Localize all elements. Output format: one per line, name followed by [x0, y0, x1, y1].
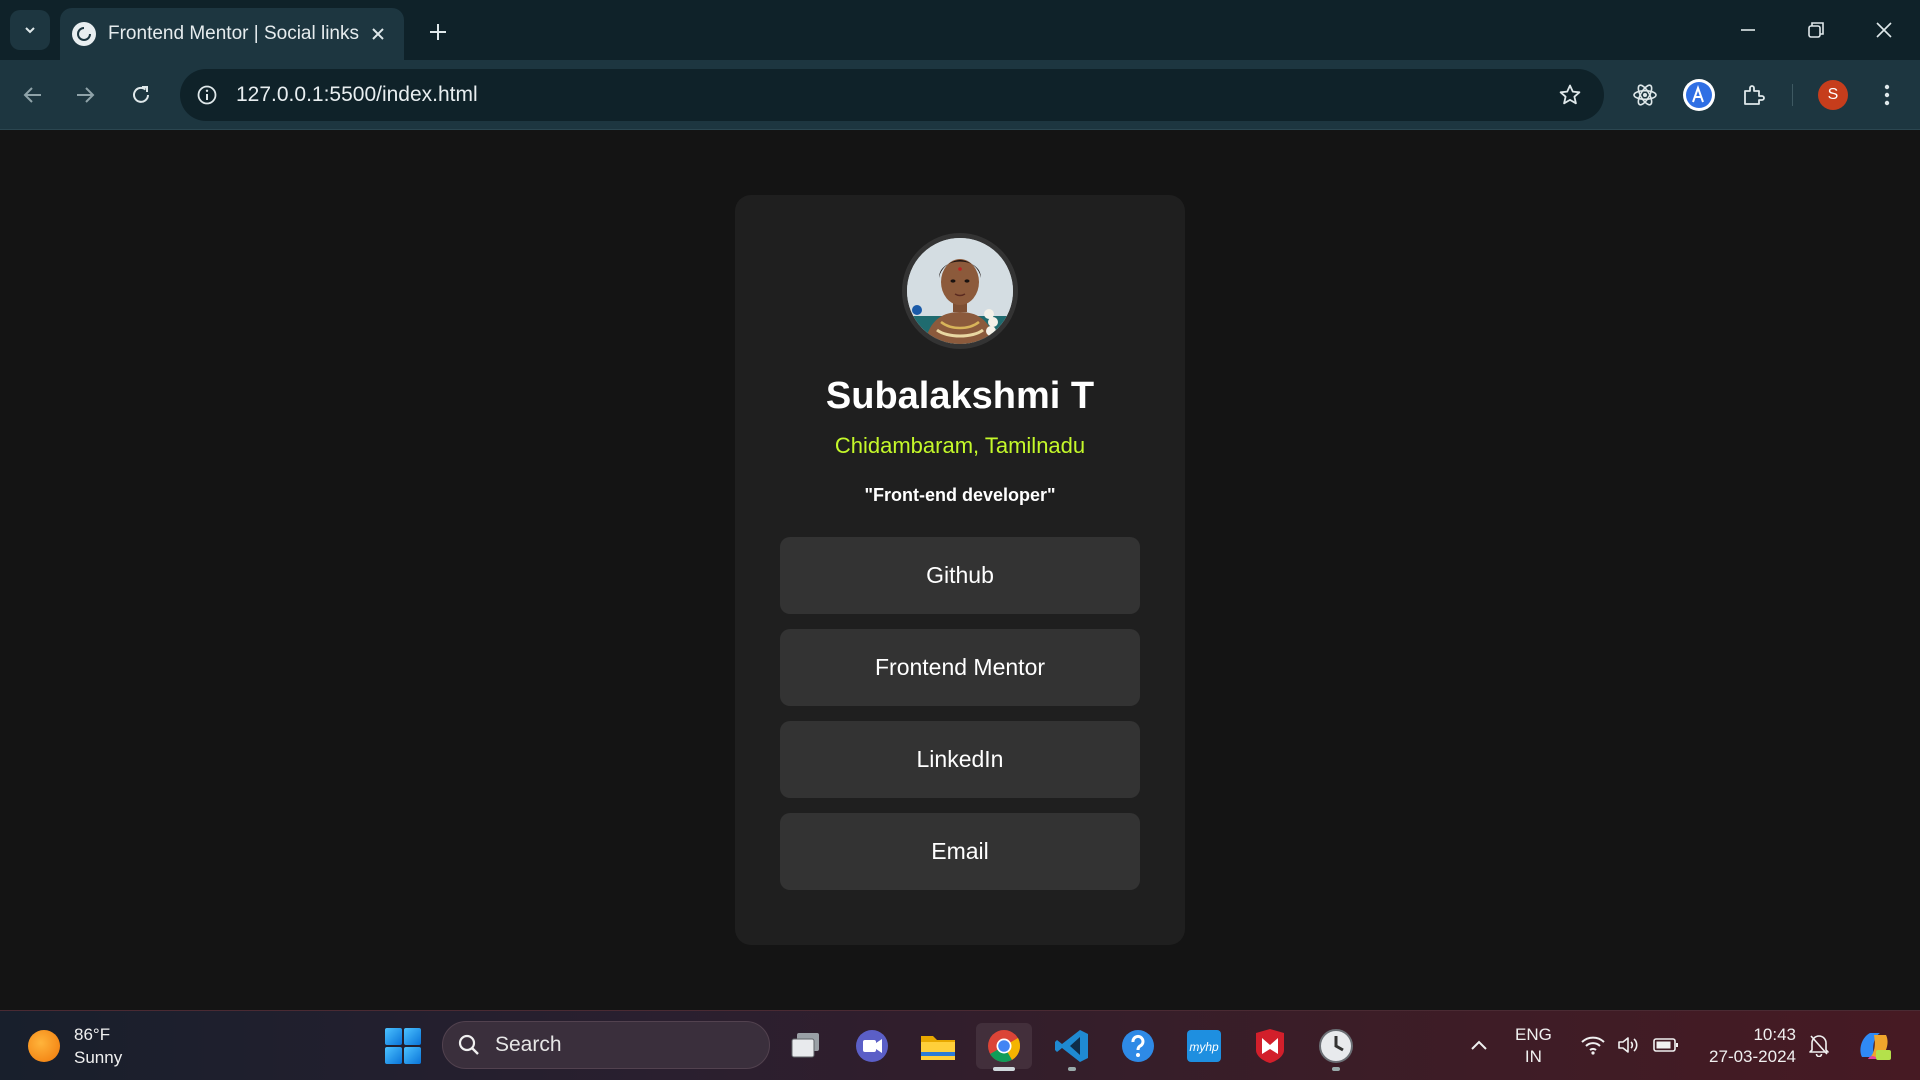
windows-start-icon[interactable]	[385, 1028, 421, 1064]
task-view-icon[interactable]	[782, 1023, 830, 1069]
toolbar-separator	[1792, 84, 1793, 106]
extensions-icon[interactable]	[1732, 74, 1774, 116]
profile-initial: S	[1818, 80, 1848, 110]
show-hidden-icons-chevron-up-icon[interactable]	[1466, 1025, 1492, 1065]
profile-location: Chidambaram, Tamilnadu	[834, 433, 1086, 458]
taskbar: 86°F Sunny Search myhp ENG IN 10:43 27-0…	[0, 1010, 1920, 1080]
close-tab-icon[interactable]	[364, 20, 392, 48]
mcafee-icon[interactable]	[1246, 1023, 1294, 1069]
chevron-down-icon	[25, 27, 35, 34]
teams-meet-icon[interactable]	[848, 1023, 896, 1069]
linkedin-link-button[interactable]: LinkedIn	[780, 721, 1140, 798]
clock-time: 10:43	[1753, 1025, 1796, 1044]
address-bar[interactable]: 127.0.0.1:5500/index.html	[180, 69, 1604, 121]
clock-date: 27-03-2024	[1709, 1047, 1796, 1066]
file-explorer-icon[interactable]	[914, 1023, 962, 1069]
notification-bell-icon[interactable]	[1804, 1025, 1834, 1065]
get-help-icon[interactable]	[1114, 1023, 1162, 1069]
tab-search-button[interactable]	[10, 10, 50, 50]
taskbar-search-box[interactable]: Search	[442, 1021, 770, 1069]
browser-tab[interactable]: Frontend Mentor | Social links p	[60, 8, 404, 60]
site-info-icon[interactable]	[186, 74, 228, 116]
running-app-indicator	[1068, 1067, 1076, 1071]
input-language-indicator[interactable]: ENG IN	[1515, 1024, 1552, 1068]
language-code: ENG	[1515, 1025, 1552, 1044]
profile-avatar[interactable]: S	[1812, 74, 1854, 116]
browser-toolbar: 127.0.0.1:5500/index.html S	[0, 60, 1920, 130]
myhp-icon[interactable]: myhp	[1180, 1023, 1228, 1069]
battery-icon[interactable]	[1650, 1025, 1682, 1065]
minimize-icon[interactable]	[1720, 8, 1776, 52]
profile-bio: "Front-end developer"	[864, 485, 1056, 505]
system-clock[interactable]: 10:43 27-03-2024	[1698, 1024, 1796, 1068]
weather-widget[interactable]: 86°F Sunny	[28, 1023, 122, 1069]
wifi-icon[interactable]	[1578, 1025, 1608, 1065]
search-icon	[458, 1034, 479, 1055]
frontend-mentor-link-button[interactable]: Frontend Mentor	[780, 629, 1140, 706]
react-devtools-icon[interactable]	[1624, 74, 1666, 116]
vscode-icon[interactable]	[1048, 1023, 1096, 1071]
running-app-indicator	[1332, 1067, 1340, 1071]
volume-icon[interactable]	[1614, 1025, 1644, 1065]
back-icon[interactable]	[12, 74, 54, 116]
url-text: 127.0.0.1:5500/index.html	[236, 83, 478, 106]
tab-title: Frontend Mentor | Social links p	[108, 23, 364, 44]
active-app-indicator	[993, 1067, 1015, 1071]
profile-name: Subalakshmi T	[825, 375, 1095, 417]
profile-card: Subalakshmi T Chidambaram, Tamilnadu "Fr…	[735, 195, 1185, 945]
restore-icon[interactable]	[1788, 8, 1844, 52]
weather-condition: Sunny	[74, 1048, 123, 1067]
weather-temperature: 86°F	[74, 1025, 111, 1044]
search-label: Search	[495, 1033, 562, 1056]
chrome-icon[interactable]	[976, 1023, 1032, 1071]
svg-text:myhp: myhp	[1189, 1040, 1219, 1054]
language-region: IN	[1524, 1047, 1542, 1066]
github-link-button[interactable]: Github	[780, 537, 1140, 614]
browser-tab-bar: Frontend Mentor | Social links p	[0, 0, 1920, 60]
forward-icon[interactable]	[64, 74, 106, 116]
clock-app-icon[interactable]	[1312, 1023, 1360, 1071]
profile-photo	[907, 238, 1013, 344]
tab-favicon-icon	[72, 22, 96, 46]
reload-icon[interactable]	[120, 74, 162, 116]
more-menu-icon[interactable]	[1866, 74, 1908, 116]
copilot-icon[interactable]	[1852, 1025, 1896, 1067]
avatar	[902, 233, 1018, 349]
new-tab-icon[interactable]	[420, 14, 456, 50]
email-link-button[interactable]: Email	[780, 813, 1140, 890]
translate-extension-icon[interactable]	[1678, 74, 1720, 116]
close-window-icon[interactable]	[1856, 8, 1912, 52]
bookmark-star-icon[interactable]	[1548, 73, 1592, 117]
sun-icon	[28, 1030, 60, 1062]
